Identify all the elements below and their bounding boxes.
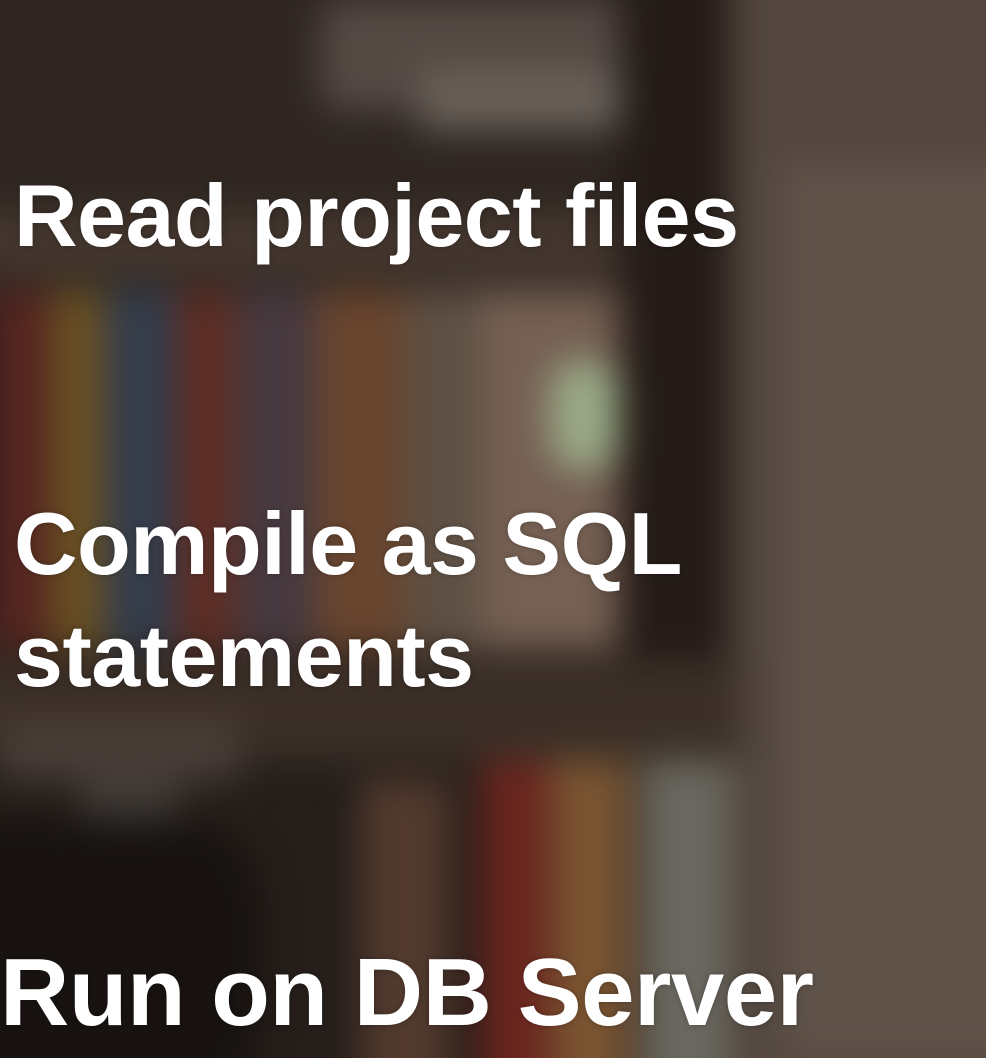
step-compile-as-sql: Compile as SQL xyxy=(14,494,682,593)
step-run-on-db-server: Run on DB Server xyxy=(0,939,814,1046)
step-read-project-files: Read project files xyxy=(14,166,739,265)
step-compile-as-sql-continued: statements xyxy=(14,606,474,705)
